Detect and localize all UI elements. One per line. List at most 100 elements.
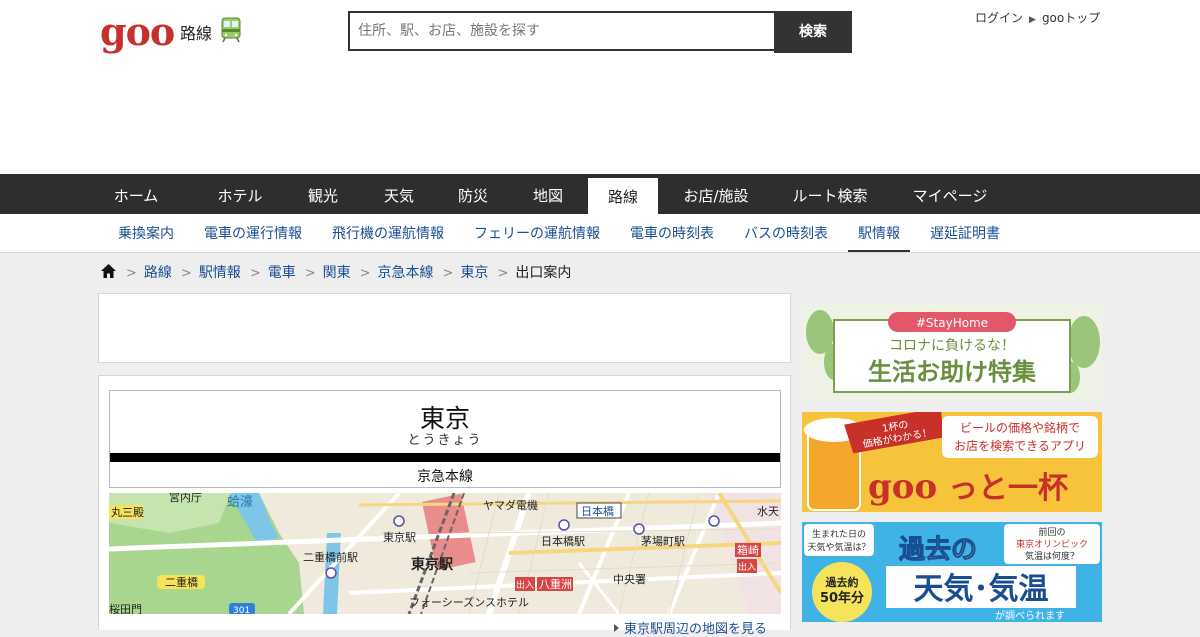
main-content: 東京 とうきょう 京急本線 宮内庁 蛤濠 丸三殿 二重橋前駅 二重橋 桜田門 東…	[98, 375, 791, 637]
triangle-right-icon	[614, 624, 619, 632]
stayhome-line2: 生活お助け特集	[868, 358, 1037, 386]
gnav-bosai[interactable]: 防災	[454, 174, 492, 214]
chevron-right-icon: >	[126, 266, 137, 281]
search-button[interactable]: 検索	[774, 11, 852, 53]
beer-text-1: ビールの価格や銘柄で	[960, 420, 1080, 435]
weather-q2a: 前回の	[1038, 526, 1065, 538]
arrow-right-icon: ▶	[1029, 15, 1036, 25]
beer-banner[interactable]: 1杯の 価格がわかる！ ビールの価格や銘柄で お店を検索できるアプリ goo っ…	[802, 412, 1102, 512]
line-color-bar	[110, 453, 780, 462]
gnav-chizu[interactable]: 地図	[529, 174, 567, 214]
map-label: 箱崎	[737, 543, 759, 557]
map-label: 八重洲	[539, 577, 572, 591]
login-link[interactable]: ログイン	[975, 11, 1023, 25]
subnav-station-info[interactable]: 駅情報	[848, 214, 910, 252]
gnav-rosen[interactable]: 路線	[588, 178, 658, 214]
stayhome-line1: コロナに負けるな！	[889, 338, 1015, 354]
breadcrumb: > 路線 > 駅情報 > 電車 > 関東 > 京急本線 > 東京 > 出口案内	[100, 262, 571, 282]
goo-logo[interactable]: goo	[100, 12, 175, 52]
stayhome-tag: #StayHome	[916, 316, 988, 330]
map-label: 東京駅	[411, 556, 454, 573]
station-line: 京急本線	[417, 469, 473, 485]
gnav-mypage[interactable]: マイページ	[908, 174, 992, 214]
map-label: ヤマダ電機	[483, 498, 538, 512]
map-label: 301	[233, 606, 250, 614]
subnav-train-status[interactable]: 電車の運行情報	[204, 214, 302, 250]
station-card: 東京 とうきょう 京急本線	[109, 390, 781, 488]
map-label: 桜田門	[109, 602, 142, 614]
subnav-norikae[interactable]: 乗換案内	[118, 214, 174, 250]
weather-q2b: 東京オリンピック	[1016, 538, 1088, 550]
breadcrumb-item[interactable]: 電車	[268, 265, 296, 281]
chevron-right-icon: >	[249, 266, 261, 281]
map-label: フォーシーズンスホテル	[409, 595, 529, 609]
subnav-ferry-status[interactable]: フェリーの運航情報	[474, 214, 600, 250]
top-links: ログイン ▶ gooトップ	[975, 9, 1106, 26]
search-field-wrapper	[348, 11, 774, 51]
station-kana: とうきょう	[407, 433, 483, 448]
map-label: 出入	[516, 579, 534, 591]
weather-foot: が調べられます	[995, 609, 1065, 622]
chevron-right-icon: >	[180, 266, 192, 281]
map-label: 日本橋駅	[541, 534, 585, 548]
map-label: 東京駅	[383, 530, 416, 544]
gnav-hotel[interactable]: ホテル	[204, 174, 276, 214]
map-label: 出入	[738, 561, 756, 573]
sub-nav: 乗換案内 電車の運行情報 飛行機の運航情報 フェリーの運航情報 電車の時刻表 バ…	[0, 214, 1200, 253]
chevron-right-icon: >	[442, 266, 454, 281]
map-link[interactable]: 東京駅周辺の地図を見る	[614, 618, 767, 637]
subnav-delay-cert[interactable]: 遅延証明書	[930, 214, 1000, 250]
weather-q1a: 生まれた日の	[812, 528, 866, 540]
breadcrumb-item[interactable]: 駅情報	[199, 265, 241, 281]
map-label: 二重橋	[165, 575, 198, 589]
chevron-right-icon: >	[497, 266, 509, 281]
beer-logo-1: goo	[868, 467, 937, 507]
breadcrumb-item[interactable]: 東京	[460, 265, 488, 281]
weather-q1b: 天気や気温は？	[807, 541, 870, 553]
map-svg: 宮内庁 蛤濠 丸三殿 二重橋前駅 二重橋 桜田門 東京駅 東京駅 ヤマダ電機 日…	[109, 493, 781, 614]
chevron-right-icon: >	[304, 266, 316, 281]
subnav-bus-timetable[interactable]: バスの時刻表	[744, 214, 828, 250]
weather-badge-2: 50年分	[820, 590, 864, 606]
train-icon	[221, 17, 241, 43]
gnav-tenki[interactable]: 天気	[380, 174, 418, 214]
search-input[interactable]	[350, 13, 774, 49]
header: goo 路線 検索 ログイン ▶ gooトップ	[0, 0, 1200, 174]
map-label: 宮内庁	[169, 493, 202, 504]
subnav-train-timetable[interactable]: 電車の時刻表	[630, 214, 714, 250]
weather-badge-1: 過去約	[825, 575, 859, 589]
breadcrumb-item[interactable]: 路線	[144, 265, 172, 281]
beer-text-2: お店を検索できるアプリ	[954, 439, 1086, 453]
global-nav: ホーム ホテル 観光 天気 防災 地図 路線 お店/施設 ルート検索 マイページ	[0, 174, 1200, 214]
gnav-route[interactable]: ルート検索	[788, 174, 872, 214]
home-icon[interactable]	[100, 263, 117, 279]
weather-q2c: 気温は何度？	[1025, 550, 1079, 562]
beer-banner-art: 1杯の 価格がわかる！ ビールの価格や銘柄で お店を検索できるアプリ goo っ…	[802, 412, 1102, 512]
breadcrumb-current: 出口案内	[515, 265, 572, 281]
stayhome-banner-art: #StayHome コロナに負けるな！ 生活お助け特集	[802, 302, 1102, 402]
breadcrumb-item[interactable]: 京急本線	[378, 265, 434, 281]
map-label: 丸三殿	[111, 506, 144, 519]
weather-title: 過去の	[899, 535, 977, 565]
ad-slot	[98, 293, 791, 363]
weather-banner-art: 生まれた日の 天気や気温は？ 前回の 東京オリンピック 気温は何度？ 過去の 過…	[802, 522, 1102, 622]
map-label: 茅場町駅	[641, 535, 685, 548]
stayhome-banner[interactable]: #StayHome コロナに負けるな！ 生活お助け特集	[802, 302, 1102, 402]
station-map[interactable]: 宮内庁 蛤濠 丸三殿 二重橋前駅 二重橋 桜田門 東京駅 東京駅 ヤマダ電機 日…	[109, 493, 781, 614]
map-label: 水天	[757, 505, 779, 518]
weather-big: 天気･気温	[914, 572, 1049, 607]
map-label: 日本橋	[581, 504, 614, 518]
chevron-right-icon: >	[359, 266, 371, 281]
map-label: 中央署	[613, 573, 646, 586]
weather-banner[interactable]: 生まれた日の 天気や気温は？ 前回の 東京オリンピック 気温は何度？ 過去の 過…	[802, 522, 1102, 622]
gnav-home[interactable]: ホーム	[108, 174, 164, 214]
map-label: 蛤濠	[227, 494, 253, 510]
gnav-shop[interactable]: お店/施設	[680, 174, 752, 214]
map-label: 二重橋前駅	[303, 550, 358, 564]
service-name[interactable]: 路線	[180, 20, 212, 44]
gnav-kanko[interactable]: 観光	[302, 174, 344, 214]
goo-top-link[interactable]: gooトップ	[1042, 11, 1100, 25]
subnav-flight-status[interactable]: 飛行機の運航情報	[332, 214, 444, 250]
breadcrumb-item[interactable]: 関東	[323, 265, 351, 281]
beer-logo-2: っと一杯	[948, 471, 1068, 506]
